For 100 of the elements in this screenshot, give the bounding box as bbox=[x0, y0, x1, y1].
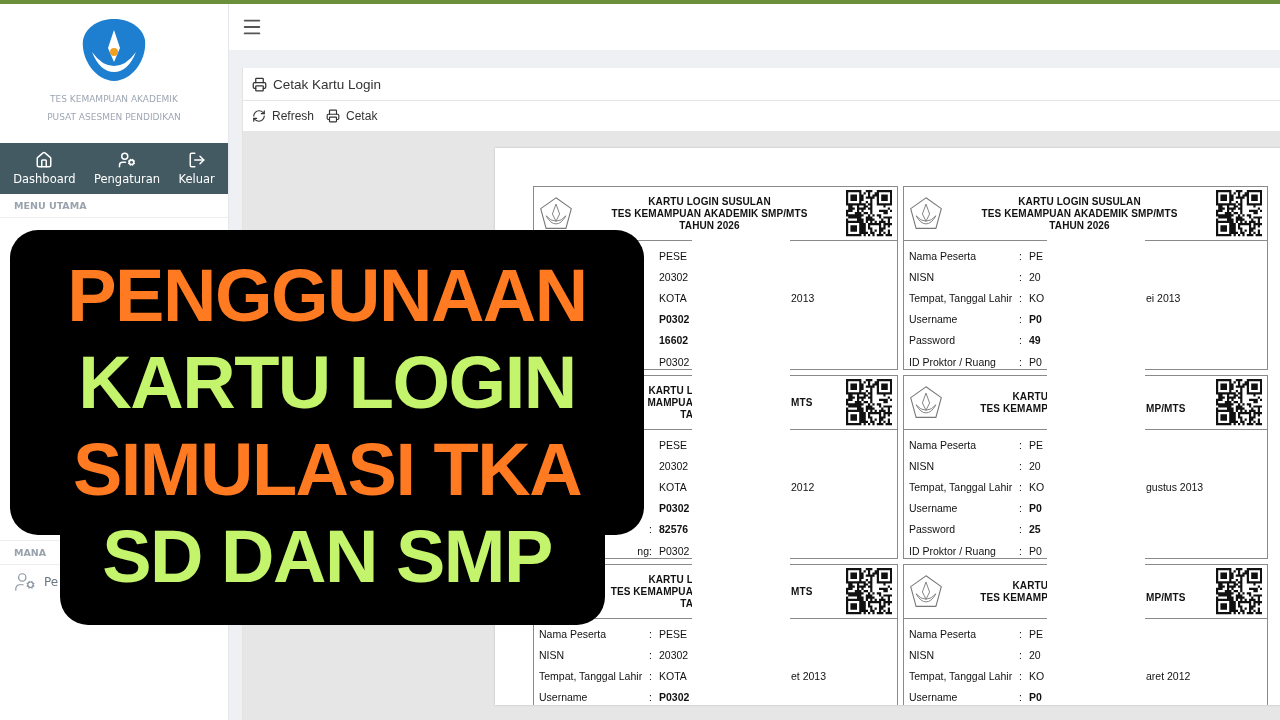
field-label: Nama Peserta bbox=[909, 249, 977, 262]
field-label: Username bbox=[909, 313, 958, 326]
user-settings-icon bbox=[118, 151, 137, 169]
card-title: MP/MTS bbox=[1146, 402, 1186, 415]
field-label: Tempat, Tanggal Lahir bbox=[909, 480, 1013, 493]
field-separator: : bbox=[1019, 523, 1022, 536]
field-label: NISN bbox=[909, 459, 935, 472]
card-title: TA bbox=[680, 408, 693, 421]
field-value: KO bbox=[1029, 480, 1045, 493]
field-separator: : bbox=[649, 669, 652, 682]
logout-icon bbox=[187, 151, 206, 169]
field-value: 20302 bbox=[659, 270, 689, 283]
field-value: et 2013 bbox=[791, 669, 827, 682]
org-name: PUSAT ASESMEN PENDIDIKAN bbox=[47, 112, 181, 122]
field-value: PESE bbox=[659, 249, 687, 262]
field-separator: : bbox=[1019, 334, 1022, 347]
field-value: P0 bbox=[1029, 502, 1042, 515]
panel-title: Cetak Kartu Login bbox=[273, 76, 382, 92]
field-separator: : bbox=[649, 523, 652, 536]
field-value: P0302 bbox=[659, 313, 690, 326]
field-separator: : bbox=[649, 544, 652, 557]
qr-code-icon bbox=[1215, 568, 1263, 615]
field-separator: : bbox=[1019, 459, 1022, 472]
qr-code-icon bbox=[1215, 379, 1263, 426]
field-label: Tempat, Tanggal Lahir bbox=[909, 291, 1013, 304]
field-value: PESE bbox=[659, 438, 687, 451]
field-value: P0 bbox=[1029, 313, 1042, 326]
card-title: MAMPUA bbox=[647, 396, 693, 409]
field-separator: : bbox=[1019, 627, 1022, 640]
section-title: MENU UTAMA bbox=[0, 194, 228, 218]
field-separator: : bbox=[1019, 544, 1022, 557]
emblem-icon bbox=[82, 18, 146, 82]
field-value: 49 bbox=[1029, 334, 1041, 347]
refresh-icon bbox=[252, 109, 266, 123]
nav-button[interactable]: Pengaturan bbox=[94, 151, 161, 186]
field-value: 20302 bbox=[659, 648, 689, 661]
card-title: TES KEMAMP bbox=[980, 591, 1048, 604]
field-separator: : bbox=[1019, 270, 1022, 283]
nav-button[interactable]: Dashboard bbox=[13, 151, 76, 186]
field-value: P0 bbox=[1029, 355, 1042, 368]
field-value: KOTA bbox=[659, 480, 687, 493]
card-title: TES KEMAMPUAN AKADEMIK SMP/MTS bbox=[611, 207, 808, 220]
field-separator: : bbox=[1019, 502, 1022, 515]
field-label: Nama Peserta bbox=[539, 627, 607, 640]
field-separator: : bbox=[649, 627, 652, 640]
field-separator: : bbox=[1019, 291, 1022, 304]
field-value: P0302 bbox=[659, 691, 690, 704]
field-value: ei 2013 bbox=[1146, 291, 1181, 304]
nav-button[interactable]: Keluar bbox=[178, 151, 215, 186]
field-separator: : bbox=[1019, 313, 1022, 326]
qr-code-icon bbox=[845, 379, 893, 426]
field-label: Username bbox=[909, 691, 958, 704]
field-label: Password bbox=[909, 523, 956, 536]
card-title: KARTU bbox=[1012, 390, 1048, 403]
field-separator: : bbox=[1019, 691, 1022, 704]
field-separator: : bbox=[1019, 480, 1022, 493]
banner-title: PENGGUNAAN bbox=[67, 253, 587, 339]
field-label: ID Proktor / Ruang bbox=[909, 355, 996, 368]
field-separator: : bbox=[1019, 669, 1022, 682]
field-separator: : bbox=[1019, 648, 1022, 661]
printer-icon bbox=[326, 109, 341, 123]
field-label: ng bbox=[637, 544, 649, 557]
field-label: NISN bbox=[539, 648, 565, 661]
field-value: 2012 bbox=[791, 480, 815, 493]
card-title: TES KEMAMP bbox=[980, 402, 1048, 415]
field-value: 16602 bbox=[659, 334, 689, 347]
field-value: 20 bbox=[1029, 648, 1041, 661]
banner-title: SIMULASI TKA bbox=[72, 427, 582, 513]
field-value: 25 bbox=[1029, 523, 1041, 536]
field-value: 20 bbox=[1029, 459, 1041, 472]
card-title: KARTU L bbox=[648, 384, 693, 397]
field-label: Username bbox=[539, 691, 588, 704]
field-value: KOTA bbox=[659, 291, 687, 304]
field-value: 20 bbox=[1029, 270, 1041, 283]
card-title: MTS bbox=[791, 585, 813, 598]
toolbar-button[interactable]: Refresh bbox=[252, 109, 315, 123]
field-label: Username bbox=[909, 502, 958, 515]
qr-code-icon bbox=[845, 568, 893, 615]
card-title: MTS bbox=[791, 396, 813, 409]
toolbar-button[interactable]: Cetak bbox=[326, 109, 378, 123]
field-value: gustus 2013 bbox=[1146, 480, 1204, 493]
card-title: MP/MTS bbox=[1146, 591, 1186, 604]
field-value: PE bbox=[1029, 438, 1043, 451]
field-value: P0 bbox=[1029, 544, 1042, 557]
field-value: P0302 bbox=[659, 502, 690, 515]
org-name: TES KEMAMPUAN AKADEMIK bbox=[50, 94, 178, 104]
field-value: KO bbox=[1029, 291, 1045, 304]
card-title: KARTU LOGIN SUSULAN bbox=[1018, 195, 1141, 208]
sidebar-item[interactable]: Pe bbox=[14, 571, 59, 593]
user-settings-icon bbox=[14, 571, 36, 593]
card-title: TA bbox=[680, 597, 693, 610]
qr-code-icon bbox=[845, 190, 893, 237]
printer-icon bbox=[252, 76, 267, 92]
field-value: PE bbox=[1029, 627, 1043, 640]
card-title: KARTU L bbox=[648, 573, 693, 586]
banner-title: KARTU LOGIN bbox=[78, 340, 576, 426]
field-separator: : bbox=[1019, 438, 1022, 451]
field-value: KO bbox=[1029, 669, 1045, 682]
card-title: KARTU bbox=[1012, 579, 1048, 592]
field-label: Tempat, Tanggal Lahir bbox=[539, 669, 643, 682]
